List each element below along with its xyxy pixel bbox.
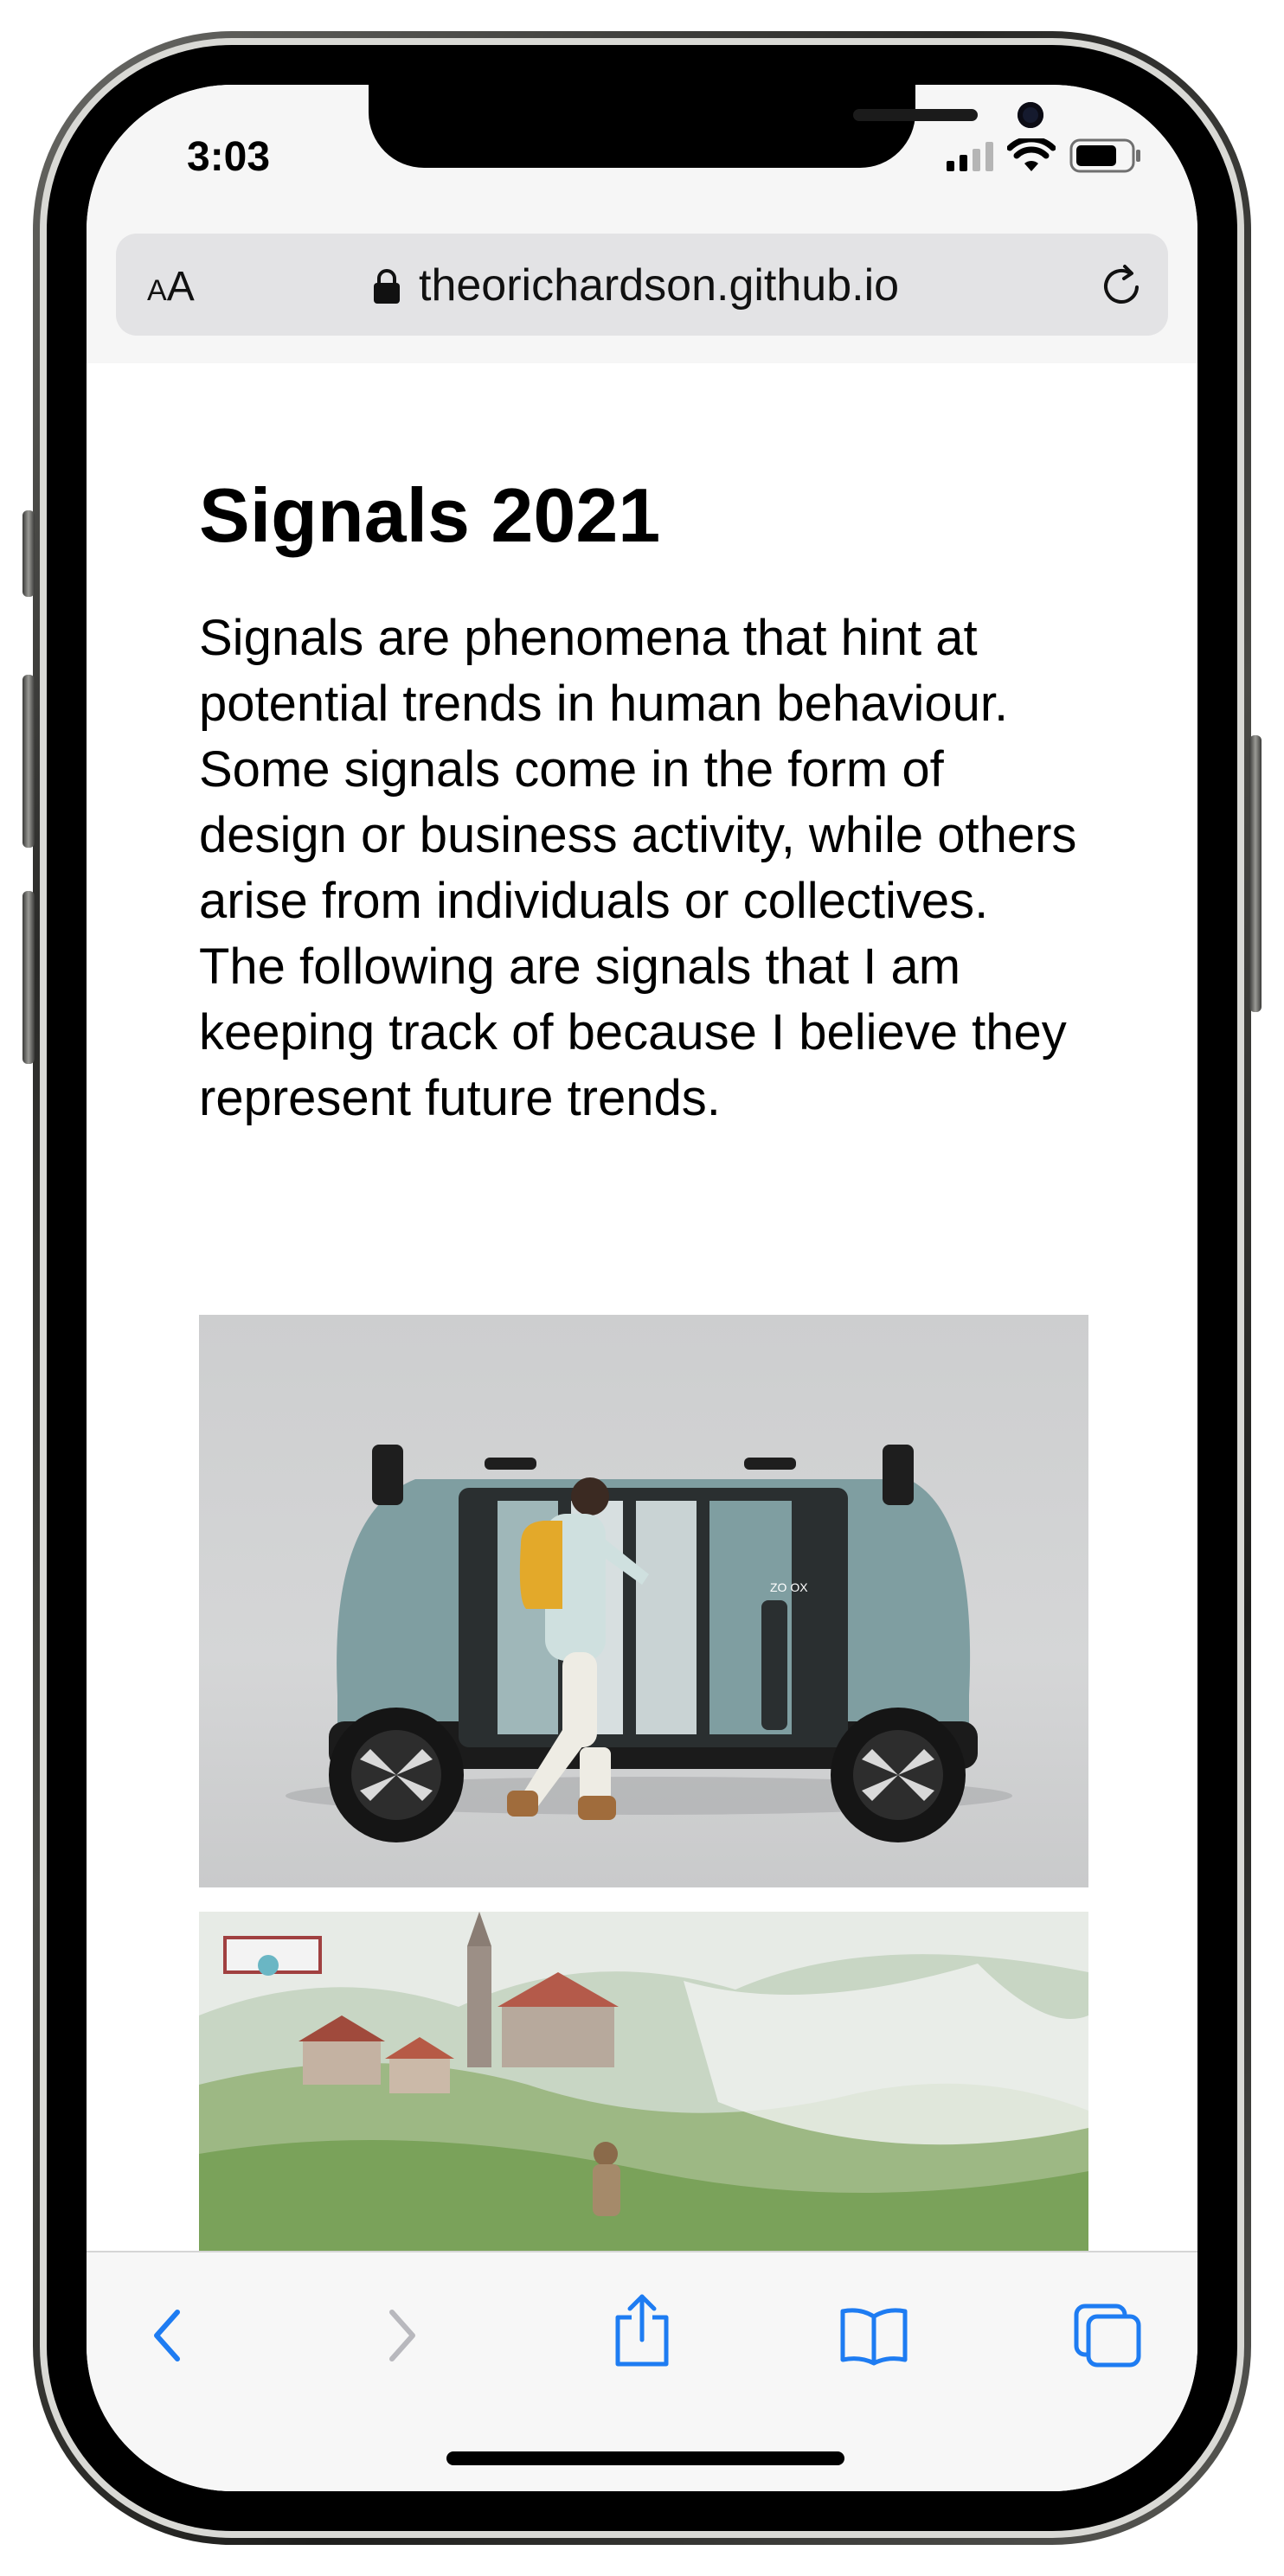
volume-up-button <box>22 675 35 848</box>
earpiece-speaker <box>853 109 978 121</box>
intro-paragraph: Signals are phenomena that hint at poten… <box>199 610 1077 1126</box>
landscape-painting-image <box>199 1912 1088 2258</box>
book-icon <box>840 2308 908 2366</box>
lock-icon <box>374 269 400 304</box>
share-icon <box>615 2294 669 2367</box>
vehicle-logo: ZO OX <box>770 1580 808 1594</box>
safari-bottom-toolbar <box>87 2251 1197 2491</box>
notch <box>369 85 1043 168</box>
volume-down-button <box>22 891 35 1064</box>
bookmarks-button[interactable] <box>831 2292 917 2379</box>
url-text[interactable]: theorichardson.github.io <box>419 260 899 311</box>
robotaxi-illustration: ZO OX <box>286 1445 1012 1842</box>
battery-icon <box>1069 138 1140 173</box>
home-indicator <box>446 2451 844 2465</box>
back-button[interactable] <box>125 2292 211 2379</box>
web-content: Signals 2021 Signals are phenomena that … <box>87 363 1197 2336</box>
tabs-button[interactable] <box>1064 2292 1151 2379</box>
cellular-signal-icon <box>947 142 993 171</box>
page-title: Signals 2021 <box>199 472 661 558</box>
robotaxi-image: ZO OX <box>199 1315 1088 1887</box>
wifi-icon <box>1007 138 1056 171</box>
power-button <box>1249 735 1262 1012</box>
front-camera <box>1018 102 1043 128</box>
share-button[interactable] <box>599 2287 685 2374</box>
text-size-button[interactable]: AA <box>147 263 195 311</box>
landscape-illustration <box>199 1912 1088 2258</box>
reload-icon[interactable] <box>1099 261 1147 310</box>
chevron-right-icon <box>389 2310 415 2361</box>
phone-screen: 3:03 AA theorichardson.github.io Signals… <box>87 85 1197 2491</box>
status-time: 3:03 <box>187 134 271 180</box>
forward-button[interactable] <box>358 2292 445 2379</box>
chevron-left-icon <box>154 2310 180 2361</box>
address-bar[interactable]: AA theorichardson.github.io <box>116 234 1168 336</box>
silent-switch <box>22 510 35 597</box>
tabs-icon <box>1074 2304 1141 2368</box>
